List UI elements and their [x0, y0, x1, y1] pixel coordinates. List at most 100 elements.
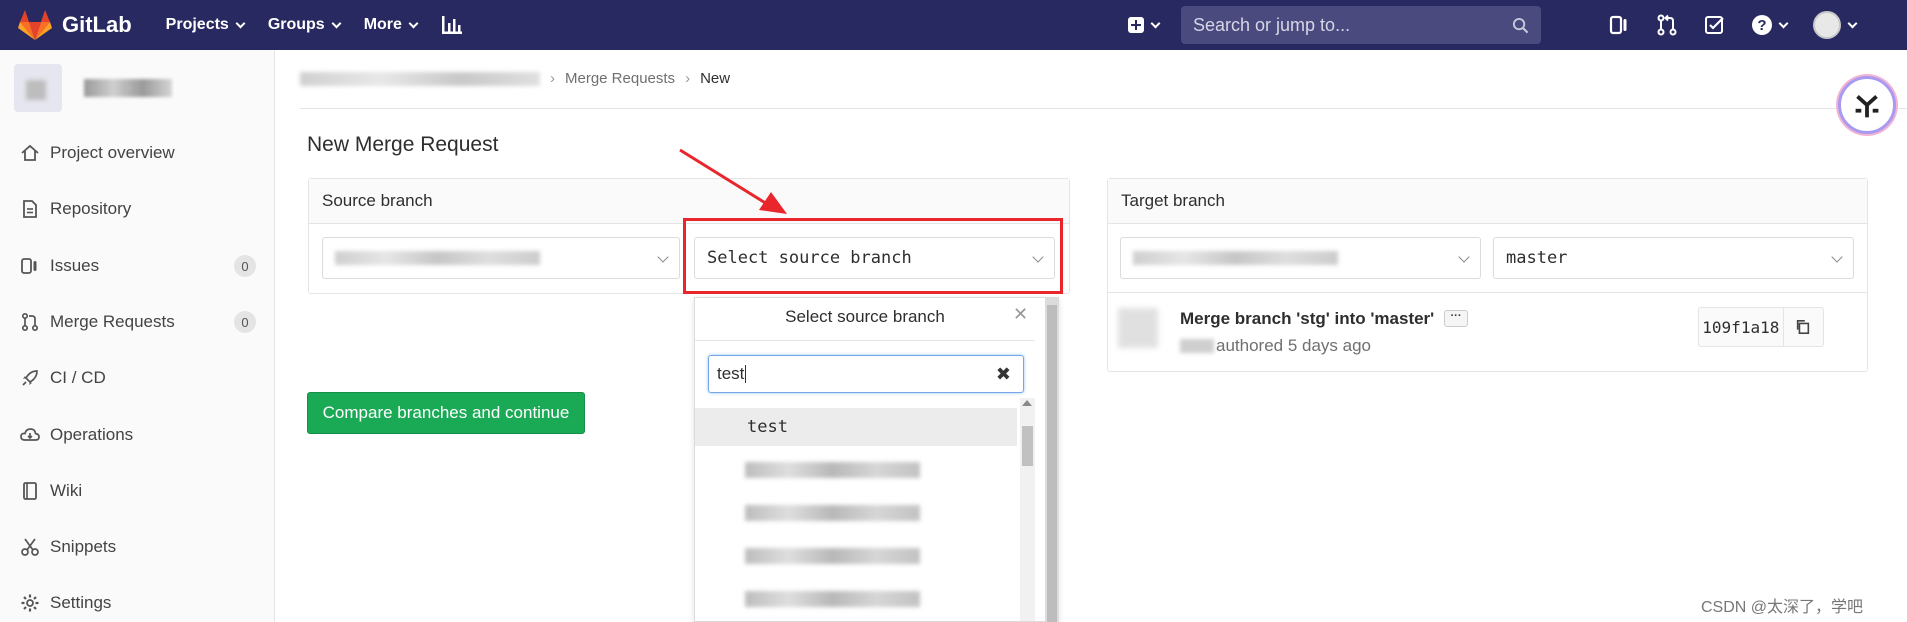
new-item-button[interactable]: [1128, 17, 1161, 33]
breadcrumb-project-redacted[interactable]: [300, 71, 540, 86]
close-icon[interactable]: ✕: [1013, 304, 1028, 325]
chevron-down-icon: [408, 18, 419, 28]
user-avatar: [1813, 11, 1841, 39]
search-icon: [1512, 17, 1529, 33]
sidebar-item-snippets[interactable]: Snippets: [0, 527, 275, 567]
chevron-right-icon: ›: [685, 70, 691, 87]
sidebar-item-label: CI / CD: [50, 368, 106, 387]
gitlab-tanuki-icon: [18, 10, 52, 40]
commit-author-avatar[interactable]: [1118, 308, 1158, 348]
plus-icon: [1128, 17, 1144, 33]
nav-more[interactable]: More: [363, 16, 419, 34]
nav-groups[interactable]: Groups: [268, 16, 342, 34]
assistant-bubble[interactable]: [1838, 76, 1896, 134]
sidebar-item-label: Settings: [50, 593, 112, 612]
gear-icon: [21, 594, 39, 612]
sidebar-item-ci-cd[interactable]: CI / CD: [0, 358, 275, 398]
dropdown-item-redacted[interactable]: [695, 580, 1017, 618]
branch-search-value: test: [717, 364, 745, 383]
branch-search-input[interactable]: test ✖: [708, 355, 1024, 393]
annotation-arrow-icon: [679, 148, 787, 214]
project-avatar: [14, 64, 62, 112]
sidebar-item-issues[interactable]: Issues 0: [0, 246, 275, 286]
breadcrumb: › Merge Requests › New: [300, 70, 730, 87]
target-branch-heading: Target branch: [1108, 179, 1867, 224]
chevron-right-icon: ›: [550, 70, 555, 87]
sidebar-item-project-overview[interactable]: Project overview: [0, 133, 275, 173]
page-title: New Merge Request: [307, 133, 499, 156]
todo-nav-icon[interactable]: [1704, 14, 1726, 36]
issues-icon: [21, 258, 37, 274]
copy-sha-button[interactable]: [1784, 308, 1823, 346]
commit-expand-button[interactable]: ···: [1444, 310, 1468, 327]
nav-right: Search or jump to...: [1128, 0, 1541, 50]
assistant-logo-icon: [1855, 95, 1879, 118]
commit-sha[interactable]: 109f1a18: [1699, 308, 1784, 346]
sidebar-item-repository[interactable]: Repository: [0, 189, 275, 229]
dropdown-item-redacted[interactable]: [695, 537, 1017, 575]
nav-projects-label: Projects: [165, 16, 229, 33]
sidebar-item-operations[interactable]: Operations: [0, 415, 275, 455]
commit-meta: authored 5 days ago: [1180, 336, 1371, 356]
gitlab-logo[interactable]: GitLab: [18, 9, 132, 41]
copy-icon: [1797, 319, 1810, 335]
merge-request-nav-icon[interactable]: [1656, 14, 1678, 36]
issues-count-badge: 0: [234, 255, 256, 277]
nav-more-label: More: [363, 16, 402, 33]
commit-author-redacted: [1180, 339, 1214, 353]
dropdown-scrollbar-thumb[interactable]: [1022, 426, 1033, 466]
sidebar-item-label: Merge Requests: [50, 312, 175, 331]
merge-requests-count-badge: 0: [234, 311, 256, 333]
top-navbar: GitLab Projects Groups More Search or ju…: [0, 0, 1907, 50]
source-project-select[interactable]: [322, 237, 680, 279]
activity-chart-icon[interactable]: [441, 15, 463, 35]
watermark: CSDN @太深了，学吧: [1701, 599, 1864, 616]
target-panel-divider: [1107, 292, 1868, 293]
branch-name-redacted: [745, 462, 920, 478]
commit-sha-group: 109f1a18: [1698, 307, 1824, 347]
target-project-value-redacted: [1133, 251, 1338, 265]
breadcrumb-merge-requests[interactable]: Merge Requests: [565, 70, 675, 87]
search-input[interactable]: Search or jump to...: [1181, 6, 1541, 44]
commit-message[interactable]: Merge branch 'stg' into 'master': [1180, 309, 1434, 329]
source-project-value-redacted: [335, 251, 540, 265]
nav-projects[interactable]: Projects: [165, 16, 246, 34]
user-menu[interactable]: [1813, 11, 1858, 39]
sidebar-item-label: Issues: [50, 256, 100, 275]
text-cursor: [745, 365, 747, 383]
help-menu[interactable]: ?: [1752, 15, 1789, 35]
dropdown-item-redacted[interactable]: [695, 494, 1017, 532]
annotation-highlight-box: [683, 218, 1063, 294]
clear-icon[interactable]: ✖: [996, 364, 1011, 385]
brand-name: GitLab: [62, 12, 132, 37]
sidebar-item-settings[interactable]: Settings: [0, 583, 275, 622]
target-branch-select[interactable]: master: [1493, 237, 1854, 279]
dropdown-divider: [695, 340, 1035, 341]
issues-nav-icon[interactable]: [1608, 14, 1630, 36]
sidebar-item-wiki[interactable]: Wiki: [0, 471, 275, 511]
project-header[interactable]: [0, 50, 274, 126]
nav-icons: ?: [1608, 0, 1858, 50]
target-branch-value: master: [1506, 248, 1568, 268]
dropdown-outer-scrollbar-thumb[interactable]: [1047, 305, 1057, 622]
home-icon: [21, 144, 39, 161]
merge-request-icon: [21, 312, 39, 332]
document-icon: [23, 200, 37, 218]
branch-name-redacted: [745, 505, 920, 521]
rocket-icon: [22, 370, 38, 386]
target-project-select[interactable]: [1120, 237, 1481, 279]
dropdown-item-test[interactable]: test: [695, 408, 1017, 446]
breadcrumb-current: New: [700, 70, 731, 87]
sidebar-item-label: Project overview: [50, 143, 175, 162]
cloud-icon: [20, 428, 40, 441]
dropdown-item-redacted[interactable]: [695, 451, 1017, 489]
branch-name-redacted: [745, 548, 920, 564]
chevron-down-icon: [1778, 18, 1789, 28]
dropdown-title: Select source branch: [785, 307, 945, 326]
compare-branches-button[interactable]: Compare branches and continue: [307, 392, 585, 434]
scroll-up-arrow-icon[interactable]: [1022, 400, 1032, 406]
sidebar-item-merge-requests[interactable]: Merge Requests 0: [0, 302, 275, 342]
source-branch-dropdown: Select source branch ✕ test ✖ test: [694, 297, 1059, 622]
branch-name-redacted: [745, 591, 920, 607]
breadcrumb-divider: [300, 108, 1907, 109]
